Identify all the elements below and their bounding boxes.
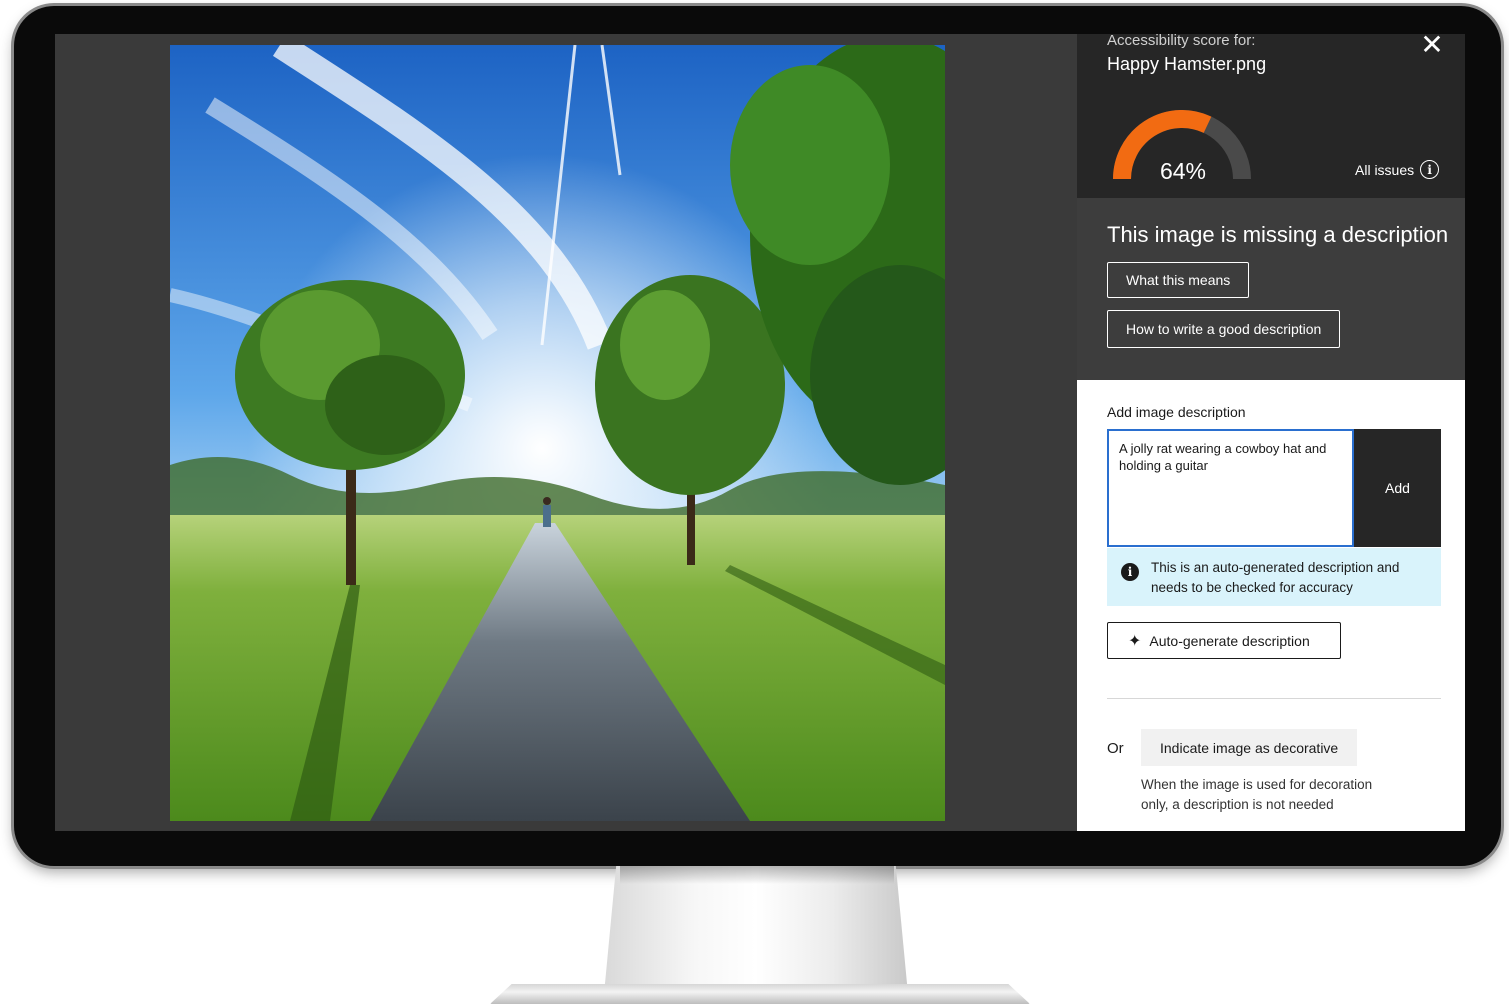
auto-generated-notice: i This is an auto-generated description … [1107,548,1441,606]
monitor-stand-shadow [620,866,894,884]
how-to-write-button[interactable]: How to write a good description [1107,310,1341,348]
description-input[interactable]: A jolly rat wearing a cowboy hat and hol… [1107,429,1354,547]
add-description-label: Add image description [1107,404,1246,420]
panel-header: Accessibility score for: Happy Hamster.p… [1077,34,1465,198]
monitor-stand-neck [604,866,908,994]
or-label: Or [1107,740,1124,757]
mark-decorative-button[interactable]: Indicate image as decorative [1141,729,1358,766]
screen: Accessibility score for: Happy Hamster.p… [55,34,1465,831]
accessibility-panel: Accessibility score for: Happy Hamster.p… [1077,34,1465,831]
score-value: 64% [1159,158,1207,184]
file-name: Happy Hamster.png [1107,54,1267,74]
all-issues-label: All issues [1355,161,1415,178]
issue-title: This image is missing a description [1107,222,1449,247]
divider [1107,698,1441,699]
monitor-stand-base [490,984,1030,1004]
auto-generate-label: Auto-generate description [1149,632,1310,649]
notice-text: This is an auto-generated description an… [1151,560,1400,595]
score-label: Accessibility score for: [1107,34,1256,49]
info-icon: i [1420,160,1440,179]
add-button[interactable]: Add [1354,429,1441,547]
park-path-photo [170,45,945,821]
info-icon: i [1121,563,1139,581]
all-issues-link[interactable]: All issues i [1355,160,1440,179]
close-icon[interactable]: ✕ [1417,34,1447,60]
decorative-help-text: When the image is used for decoration on… [1141,777,1373,812]
preview-image [170,45,945,821]
sparkle-icon: ✦ [1128,632,1142,650]
what-this-means-button[interactable]: What this means [1107,262,1250,298]
auto-generate-button[interactable]: ✦ Auto-generate description [1107,622,1341,659]
